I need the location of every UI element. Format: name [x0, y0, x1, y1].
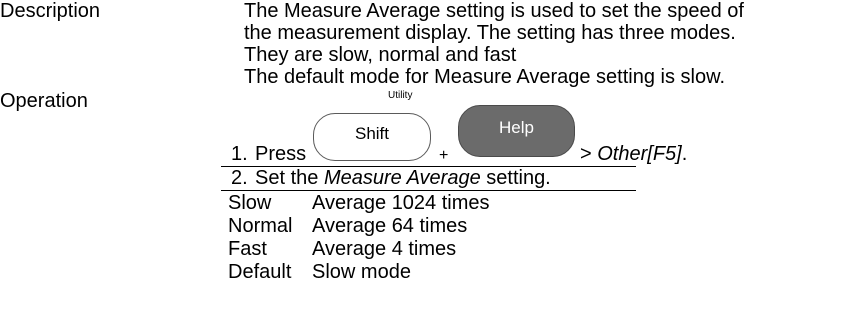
mode-detail-cell: Average 1024 times: [312, 192, 490, 214]
step-1-period: .: [681, 143, 688, 165]
mode-detail-cell: Slow mode: [312, 261, 411, 283]
step-2-pre: Set the: [255, 167, 324, 189]
plus-sign: +: [439, 147, 449, 164]
step-2-post: setting.: [480, 167, 551, 189]
mode-detail-cell: Average 64 times: [312, 215, 468, 237]
step-1-press-text: Press: [255, 143, 307, 165]
help-key-button: Help: [458, 105, 575, 157]
step-2-number: 2.: [231, 167, 248, 189]
description-line-3: They are slow, normal and fast: [244, 44, 517, 66]
help-key-label: Help: [499, 118, 534, 137]
mode-name-cell: Normal: [228, 215, 293, 237]
description-line-1: The Measure Average setting is used to s…: [244, 0, 744, 22]
shift-key-label: Shift: [354, 124, 390, 143]
other-f5-menu-ref: Other[F5]: [597, 143, 682, 165]
mode-detail-cell: Average 4 times: [312, 238, 457, 260]
step-1-number: 1.: [231, 143, 248, 165]
divider-bottom: [221, 190, 636, 191]
utility-key-caption: Utility: [388, 90, 413, 101]
mode-name-cell: Fast: [228, 238, 267, 260]
mode-name-cell: Default: [228, 261, 292, 283]
measure-average-setting-name: Measure Average: [323, 167, 481, 189]
step-2-instruction: Set the Measure Average setting.: [255, 167, 551, 189]
step-1-menu-instruction: > Other[F5].: [580, 143, 687, 165]
description-label: Description: [0, 0, 101, 22]
description-line-2: the measurement display. The setting has…: [244, 22, 736, 44]
mode-name-cell: Slow: [228, 192, 272, 214]
step-1-arrow: >: [580, 143, 598, 165]
operation-label: Operation: [0, 90, 88, 112]
manual-page: Description Operation The Measure Averag…: [0, 0, 853, 329]
description-line-4: The default mode for Measure Average set…: [244, 66, 726, 88]
shift-key-button: Shift: [313, 113, 431, 161]
